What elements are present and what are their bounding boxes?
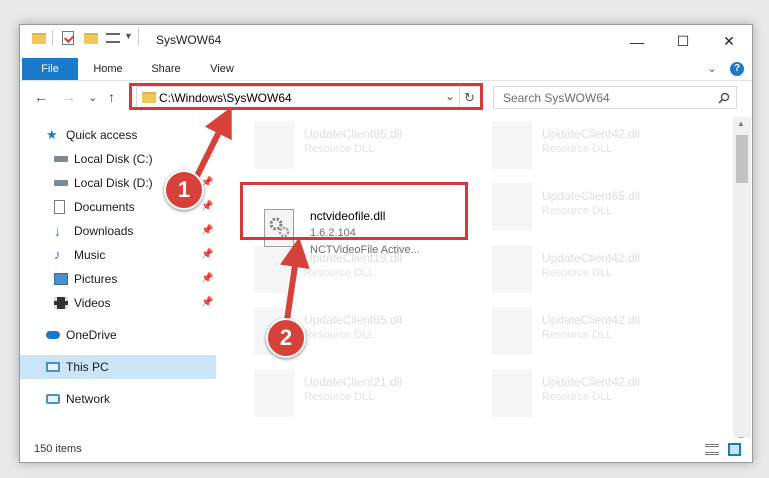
pin-icon: 📌	[201, 153, 214, 164]
list-item[interactable]: UpdateClient42.dll Resource DLL	[492, 121, 712, 169]
expand-ribbon-icon[interactable]: ⌄	[704, 58, 720, 80]
sidebar-item-label: Pictures	[74, 272, 118, 286]
dll-file-icon	[492, 183, 532, 231]
new-folder-icon[interactable]	[84, 33, 98, 44]
list-item[interactable]: UpdateClient65.dll Resource DLL	[492, 183, 712, 231]
documents-icon	[54, 200, 65, 214]
vertical-scrollbar[interactable]: ▲ ▼	[733, 117, 751, 447]
scrollbar-thumb[interactable]	[736, 135, 748, 183]
back-button[interactable]: ←	[34, 89, 48, 105]
properties-icon[interactable]	[62, 31, 74, 45]
tab-home[interactable]: Home	[82, 58, 134, 80]
sidebar-item-local-disk-c[interactable]: Local Disk (C:) 📌	[20, 147, 216, 171]
list-item[interactable]: UpdateClient42.dll Resource DLL	[492, 307, 712, 355]
pin-icon: 📌	[201, 225, 214, 236]
file-highlight-box	[240, 182, 468, 240]
computer-icon	[46, 362, 60, 372]
toolbar-divider	[52, 30, 53, 46]
tab-file[interactable]: File	[22, 58, 78, 80]
search-icon	[718, 92, 730, 104]
dll-file-icon	[254, 121, 294, 169]
cloud-icon	[46, 331, 60, 339]
sidebar-item-label: Documents	[74, 200, 135, 214]
scroll-up-icon[interactable]: ▲	[737, 119, 745, 128]
up-button[interactable]: ↑	[108, 89, 115, 105]
view-options-icon[interactable]	[106, 33, 120, 43]
search-input[interactable]: Search SysWOW64	[503, 91, 610, 105]
large-icons-view-icon[interactable]	[728, 443, 741, 456]
address-highlight-box	[129, 83, 483, 110]
tab-share[interactable]: Share	[138, 58, 194, 80]
sidebar-item-label: Quick access	[66, 128, 138, 142]
sidebar-item-label: OneDrive	[66, 328, 117, 342]
pin-icon: 📌	[201, 297, 214, 308]
sidebar-item-label: Music	[74, 248, 106, 262]
sidebar-item-this-pc[interactable]: This PC	[20, 355, 216, 379]
drive-icon	[54, 180, 68, 186]
sidebar-item-label: Local Disk (C:)	[74, 152, 153, 166]
customize-toolbar-icon[interactable]: ▼	[124, 31, 133, 41]
pin-icon: 📌	[201, 249, 214, 260]
dll-file-icon	[492, 245, 532, 293]
close-button[interactable]: ✕	[706, 25, 752, 58]
window-title: SysWOW64	[156, 33, 222, 47]
list-item[interactable]: UpdateClient21.dll Resource DLL	[254, 369, 474, 417]
maximize-button[interactable]: ☐	[660, 25, 706, 58]
sidebar-item-downloads[interactable]: ↓ Downloads 📌	[20, 219, 216, 243]
dll-file-icon	[492, 369, 532, 417]
folder-icon	[32, 33, 46, 44]
list-item[interactable]: UpdateClient65.dll Resource DLL	[254, 121, 474, 169]
list-item[interactable]: UpdateClient42.dll Resource DLL	[492, 369, 712, 417]
star-icon: ★	[46, 127, 58, 142]
search-box[interactable]: Search SysWOW64	[493, 86, 737, 109]
tab-view[interactable]: View	[198, 58, 246, 80]
sidebar-item-label: Videos	[74, 296, 111, 310]
file-list: UpdateClient65.dll Resource DLL UpdateCl…	[220, 117, 732, 447]
title-divider	[138, 28, 139, 46]
minimize-button[interactable]: —	[614, 25, 660, 58]
dll-file-icon	[492, 121, 532, 169]
status-bar: 150 items	[20, 438, 752, 462]
sidebar-item-label: Downloads	[74, 224, 134, 238]
help-icon[interactable]: ?	[730, 62, 744, 76]
recent-locations-button[interactable]: ⌄	[88, 91, 97, 104]
item-count: 150 items	[34, 443, 82, 455]
pictures-icon	[54, 273, 68, 285]
drive-icon	[54, 156, 68, 162]
forward-button[interactable]: →	[62, 89, 76, 105]
sidebar-item-quick-access[interactable]: ★ Quick access	[20, 123, 216, 147]
step-2-callout: 2	[266, 318, 306, 358]
ribbon-tabs: File Home Share View ⌄ ?	[20, 58, 752, 81]
file-description: NCTVideoFile Active...	[310, 244, 420, 256]
sidebar-item-videos[interactable]: Videos 📌	[20, 291, 216, 315]
sidebar-item-label: Local Disk (D:)	[74, 176, 153, 190]
list-item[interactable]: UpdateClient42.dll Resource DLL	[492, 245, 712, 293]
sidebar-item-pictures[interactable]: Pictures 📌	[20, 267, 216, 291]
pin-icon: 📌	[201, 273, 214, 284]
sidebar-item-music[interactable]: ♪ Music 📌	[20, 243, 216, 267]
network-icon	[46, 394, 60, 404]
title-bar: ▼ SysWOW64 — ☐ ✕	[20, 25, 752, 58]
sidebar-item-label: Network	[66, 392, 111, 406]
music-icon: ♪	[54, 247, 61, 262]
sidebar-item-label: This PC	[66, 360, 109, 374]
step-1-callout: 1	[164, 170, 204, 210]
navigation-pane: ★ Quick access Local Disk (C:) 📌 Local D…	[20, 117, 216, 447]
pin-icon: 📌	[201, 201, 214, 212]
sidebar-item-network[interactable]: Network	[20, 387, 216, 411]
dll-file-icon	[254, 369, 294, 417]
sidebar-item-onedrive[interactable]: OneDrive	[20, 323, 216, 347]
download-icon: ↓	[54, 223, 61, 239]
videos-icon	[54, 297, 68, 309]
dll-file-icon	[492, 307, 532, 355]
details-view-icon[interactable]	[705, 444, 719, 455]
